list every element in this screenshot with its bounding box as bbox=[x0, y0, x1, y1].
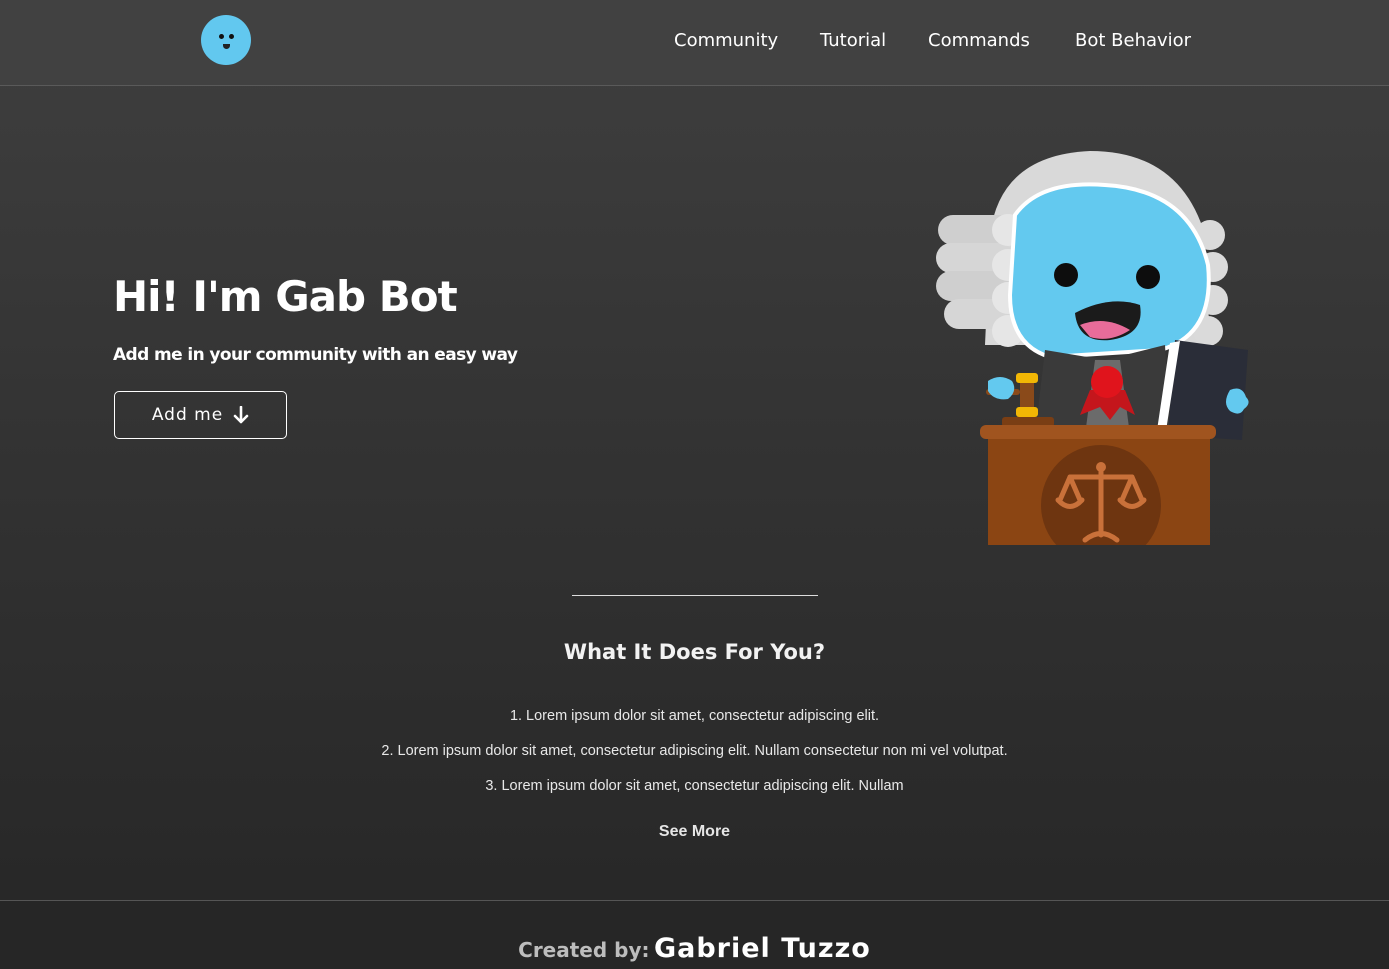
see-more-link[interactable]: See More bbox=[659, 823, 730, 840]
footer-credit: Created by: Gabriel Tuzzo bbox=[0, 933, 1389, 964]
nav-link-bot-behavior[interactable]: Bot Behavior bbox=[1075, 30, 1191, 51]
nav-link-commands[interactable]: Commands bbox=[928, 30, 1030, 51]
arrow-down-icon bbox=[233, 406, 249, 424]
footer-label: Created by: bbox=[518, 938, 650, 962]
logo-icon[interactable] bbox=[201, 15, 251, 65]
feature-item-3: 3. Lorem ipsum dolor sit amet, consectet… bbox=[485, 778, 904, 794]
see-more-row: See More bbox=[0, 823, 1389, 841]
logo-right-eye bbox=[229, 34, 234, 39]
nav-link-tutorial[interactable]: Tutorial bbox=[820, 30, 886, 51]
feature-item-1: 1. Lorem ipsum dolor sit amet, consectet… bbox=[509, 708, 880, 724]
page: Community Tutorial Commands Bot Behavior… bbox=[0, 0, 1389, 969]
feature-item-2: 2. Lorem ipsum dolor sit amet, consectet… bbox=[381, 743, 1008, 759]
features-title: What It Does For You? bbox=[563, 640, 826, 664]
nav-link-community[interactable]: Community bbox=[674, 30, 778, 51]
footer-author-name: Gabriel Tuzzo bbox=[653, 933, 871, 964]
section-divider bbox=[572, 595, 818, 596]
hero-subtitle: Add me in your community with an easy wa… bbox=[113, 345, 518, 365]
logo-left-eye bbox=[219, 34, 224, 39]
site-footer: Created by: Gabriel Tuzzo bbox=[0, 900, 1389, 969]
site-header: Community Tutorial Commands Bot Behavior bbox=[0, 0, 1389, 86]
logo-mouth bbox=[223, 44, 230, 49]
add-me-label: Add me bbox=[151, 405, 224, 425]
add-me-button[interactable]: Add me bbox=[114, 391, 287, 439]
judge-bot-illustration bbox=[936, 151, 1249, 545]
hero-title: Hi! I'm Gab Bot bbox=[113, 272, 458, 321]
